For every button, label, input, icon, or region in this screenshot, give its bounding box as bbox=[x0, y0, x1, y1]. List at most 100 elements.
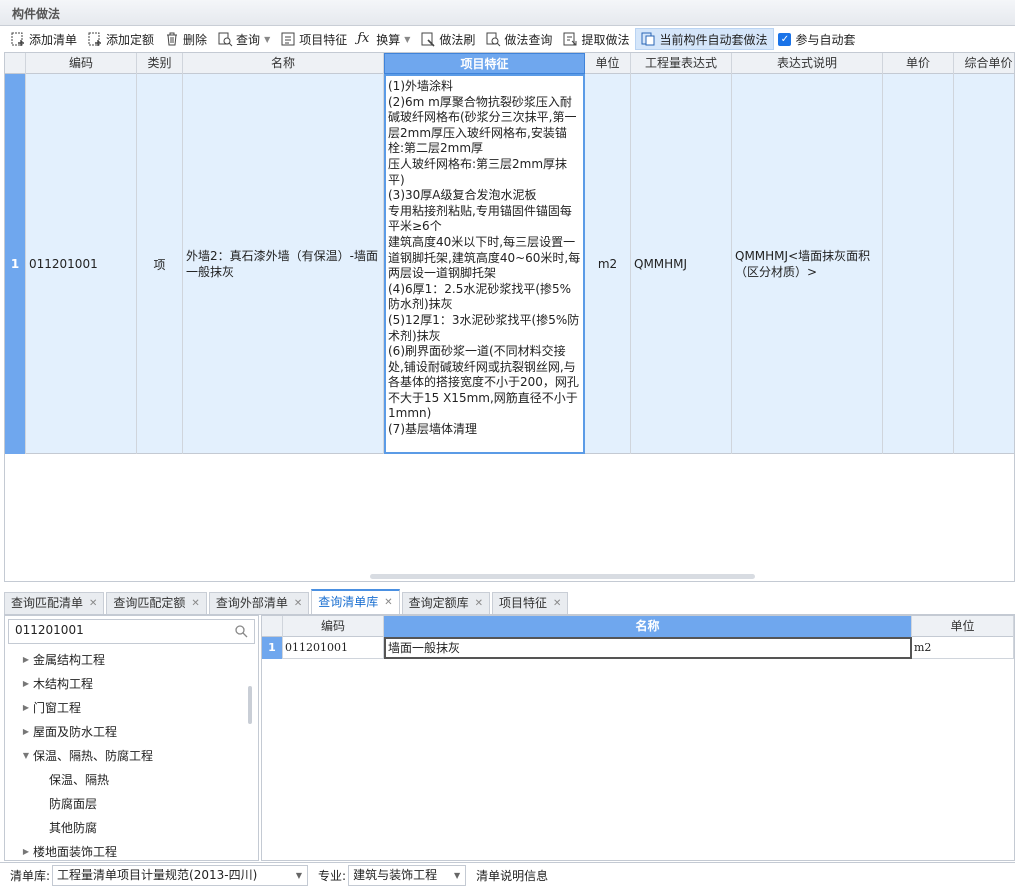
convert-button[interactable]: ƒx 换算 ▼ bbox=[353, 28, 416, 50]
tree-node-label: 金属结构工程 bbox=[33, 653, 106, 667]
function-icon: ƒx bbox=[357, 31, 370, 46]
chevron-down-icon: ▼ bbox=[453, 871, 461, 880]
convert-label: 换算 bbox=[376, 32, 401, 47]
cell-name[interactable]: 墙面一般抹灰 bbox=[384, 637, 912, 659]
add-list-button[interactable]: 添加清单 bbox=[6, 28, 83, 50]
close-icon[interactable]: ✕ bbox=[553, 593, 561, 614]
close-icon[interactable]: ✕ bbox=[89, 593, 97, 614]
column-header-name[interactable]: 名称 bbox=[384, 616, 912, 637]
column-header-expression-desc[interactable]: 表达式说明 bbox=[732, 53, 883, 74]
tree-node[interactable]: ▶ 金属结构工程 bbox=[5, 648, 250, 672]
close-icon[interactable]: ✕ bbox=[294, 593, 302, 614]
search-icon[interactable] bbox=[234, 624, 248, 638]
tab-label: 查询清单库 bbox=[318, 595, 379, 609]
column-header-features[interactable]: 项目特征 bbox=[384, 53, 585, 74]
library-label: 清单库: bbox=[10, 869, 51, 883]
chevron-right-icon[interactable]: ▶ bbox=[19, 672, 33, 696]
panel-title: 构件做法 bbox=[0, 0, 1015, 26]
column-header-unit[interactable]: 单位 bbox=[585, 53, 631, 74]
column-header-category[interactable]: 类别 bbox=[137, 53, 183, 74]
add-quota-button[interactable]: 添加定额 bbox=[83, 28, 160, 50]
method-brush-button[interactable]: 做法刷 bbox=[416, 28, 481, 50]
cell-name[interactable]: 外墙2：真石漆外墙（有保温）-墙面一般抹灰 bbox=[183, 74, 384, 454]
brush-icon bbox=[420, 31, 436, 47]
tree-node[interactable]: ▶ 木结构工程 bbox=[5, 672, 250, 696]
item-feature-button[interactable]: 项目特征 bbox=[276, 28, 353, 50]
delete-button[interactable]: 删除 bbox=[160, 28, 213, 50]
column-header-code[interactable]: 编码 bbox=[283, 616, 384, 637]
tab-label: 查询定额库 bbox=[408, 596, 469, 610]
chevron-right-icon[interactable]: ▶ bbox=[19, 720, 33, 744]
tab-match-list[interactable]: 查询匹配清单 ✕ bbox=[4, 592, 105, 614]
tree-node[interactable]: ▶ 屋面及防水工程 bbox=[5, 720, 250, 744]
method-query-button[interactable]: 做法查询 bbox=[481, 28, 558, 50]
add-quota-icon bbox=[87, 31, 103, 47]
query-tabs: 查询匹配清单 ✕ 查询匹配定额 ✕ 查询外部清单 ✕ 查询清单库 ✕ 查询定额库 ✕ 项目… bbox=[4, 589, 1015, 615]
tab-external-list[interactable]: 查询外部清单 ✕ bbox=[208, 592, 310, 614]
table-row[interactable]: 1 011201001 墙面一般抹灰 m2 bbox=[262, 637, 1014, 659]
column-header-expression[interactable]: 工程量表达式 bbox=[631, 53, 732, 74]
tree-node[interactable]: 保温、隔热 bbox=[5, 768, 250, 792]
column-header-composite-price[interactable]: 综合单价 bbox=[954, 53, 1014, 74]
row-index[interactable]: 1 bbox=[5, 74, 26, 454]
column-header-price[interactable]: 单价 bbox=[883, 53, 954, 74]
method-query-label: 做法查询 bbox=[504, 32, 553, 47]
tab-quota-library[interactable]: 查询定额库 ✕ bbox=[401, 592, 491, 614]
cell-expression[interactable]: QMMHMJ bbox=[631, 74, 732, 454]
cell-code[interactable]: 011201001 bbox=[283, 637, 384, 659]
extract-method-button[interactable]: 提取做法 bbox=[558, 28, 635, 50]
item-feature-label: 项目特征 bbox=[299, 32, 348, 47]
specialty-select[interactable]: 建筑与装饰工程 ▼ bbox=[348, 865, 467, 886]
tab-match-quota[interactable]: 查询匹配定额 ✕ bbox=[106, 592, 207, 614]
chevron-right-icon[interactable]: ▶ bbox=[19, 696, 33, 720]
auto-apply-current-label: 当前构件自动套做法 bbox=[659, 32, 768, 47]
close-icon[interactable]: ✕ bbox=[191, 593, 199, 614]
extract-method-label: 提取做法 bbox=[581, 32, 630, 47]
cell-code[interactable]: 011201001 bbox=[26, 74, 137, 454]
tab-list-library[interactable]: 查询清单库 ✕ bbox=[311, 589, 400, 614]
search-input-value: 011201001 bbox=[15, 623, 84, 637]
tab-item-feature[interactable]: 项目特征 ✕ bbox=[492, 592, 569, 614]
join-auto-apply-label: 参与自动套 bbox=[795, 32, 856, 47]
cell-category[interactable]: 项 bbox=[137, 74, 183, 454]
cell-price[interactable] bbox=[883, 74, 954, 454]
cell-features[interactable]: (1)外墙涂料 (2)6m m厚聚合物抗裂砂浆压入耐碱玻纤网格布(砂浆分三次抹平… bbox=[384, 74, 585, 454]
column-header-code[interactable]: 编码 bbox=[26, 53, 137, 74]
column-header-name[interactable]: 名称 bbox=[183, 53, 384, 74]
tree-node[interactable]: ▶ 门窗工程 bbox=[5, 696, 250, 720]
close-icon[interactable]: ✕ bbox=[384, 592, 392, 613]
chevron-down-icon[interactable]: ▼ bbox=[19, 744, 33, 768]
search-input[interactable]: 011201001 bbox=[8, 619, 255, 644]
tree-node[interactable]: ▼ 保温、隔热、防腐工程 bbox=[5, 744, 250, 768]
horizontal-scrollbar[interactable] bbox=[370, 574, 755, 579]
checkmark-icon: ✓ bbox=[778, 32, 792, 46]
close-icon[interactable]: ✕ bbox=[475, 593, 483, 614]
tree-node[interactable]: 其他防腐 bbox=[5, 816, 250, 840]
query-icon bbox=[217, 31, 233, 47]
tree-node[interactable]: ▶ 楼地面装饰工程 bbox=[5, 840, 250, 864]
chevron-right-icon[interactable]: ▶ bbox=[19, 648, 33, 672]
cell-unit[interactable]: m2 bbox=[585, 74, 631, 454]
row-index[interactable]: 1 bbox=[262, 637, 283, 659]
join-auto-apply-checkbox[interactable]: ✓ 参与自动套 bbox=[774, 28, 861, 50]
cell-composite-price[interactable] bbox=[954, 74, 1014, 454]
trash-icon bbox=[164, 31, 180, 47]
library-select[interactable]: 工程量清单项目计量规范(2013-四川) ▼ bbox=[52, 865, 309, 886]
library-tree-panel: 011201001 ▶ 金属结构工程 ▶ 木结构工程 ▶ 门窗工程 ▶ 屋面及防水工程 ▼ 保温、… bbox=[4, 615, 259, 861]
cell-expression-desc[interactable]: QMMHMJ<墙面抹灰面积（区分材质）> bbox=[732, 74, 883, 454]
specialty-select-value: 建筑与装饰工程 bbox=[353, 868, 438, 882]
table-row[interactable]: 1 011201001 项 外墙2：真石漆外墙（有保温）-墙面一般抹灰 (1)外… bbox=[5, 74, 1014, 454]
list-info-label[interactable]: 清单说明信息 bbox=[476, 867, 548, 884]
add-quota-label: 添加定额 bbox=[106, 32, 155, 47]
status-bar: 清单库: 工程量清单项目计量规范(2013-四川) ▼ 专业: 建筑与装饰工程 … bbox=[0, 862, 1015, 888]
feature-icon bbox=[280, 31, 296, 47]
auto-apply-current-button[interactable]: 当前构件自动套做法 bbox=[635, 28, 775, 50]
column-header-unit[interactable]: 单位 bbox=[912, 616, 1014, 637]
tab-label: 查询匹配定额 bbox=[113, 596, 186, 610]
chevron-right-icon[interactable]: ▶ bbox=[19, 840, 33, 864]
tree-node[interactable]: 防腐面层 bbox=[5, 792, 250, 816]
cell-unit[interactable]: m2 bbox=[912, 637, 1014, 659]
extract-icon bbox=[562, 31, 578, 47]
vertical-scrollbar[interactable] bbox=[248, 686, 252, 724]
query-button[interactable]: 查询 ▼ bbox=[213, 28, 276, 50]
